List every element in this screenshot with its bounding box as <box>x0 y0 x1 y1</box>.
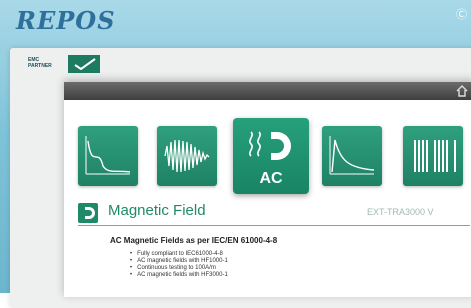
home-icon[interactable] <box>456 84 468 102</box>
list-item: Fully compliant to IEC61000-4-8 <box>130 251 228 258</box>
section-divider <box>78 225 470 226</box>
tile-bars[interactable] <box>403 126 463 186</box>
waveform-icon <box>85 136 131 175</box>
waveform-icon <box>164 139 210 173</box>
standard-heading: AC Magnetic Fields as per IEC/EN 61000-4… <box>110 236 278 245</box>
section-title: Magnetic Field <box>108 202 206 219</box>
section-icon <box>78 203 98 223</box>
tile-decay-curve[interactable] <box>78 126 138 186</box>
tile-burst[interactable] <box>157 126 217 186</box>
checkmark-icon <box>68 55 100 73</box>
list-item: AC magnetic fields with HF1000-1 <box>130 258 228 265</box>
brand-logo: REPOS <box>16 6 116 35</box>
waveform-icon <box>329 136 375 175</box>
emc-badge-text: EMC PARTNER <box>28 57 52 69</box>
model-code: EXT-TRA3000 V <box>367 207 434 217</box>
panel-toolbar <box>64 82 471 100</box>
feature-list: Fully compliant to IEC61000-4-8 AC magne… <box>130 251 228 279</box>
tile-ac-label: AC <box>259 170 283 187</box>
emc-badge-line2: PARTNER <box>28 63 52 69</box>
tile-ac-magnetic[interactable]: AC <box>233 118 309 194</box>
corner-mark: Ⓒ <box>456 9 467 21</box>
waveform-icon <box>414 140 456 172</box>
emc-partner-badge: EMC PARTNER <box>24 55 102 77</box>
app-frame: REPOS Ⓒ EMC PARTNER AC Magnetic Field EX… <box>0 0 471 308</box>
tile-pulse[interactable] <box>322 126 382 186</box>
list-item: AC magnetic fields with HF3000-1 <box>130 272 228 279</box>
list-item: Continuous testing to 100A/m <box>130 265 228 272</box>
